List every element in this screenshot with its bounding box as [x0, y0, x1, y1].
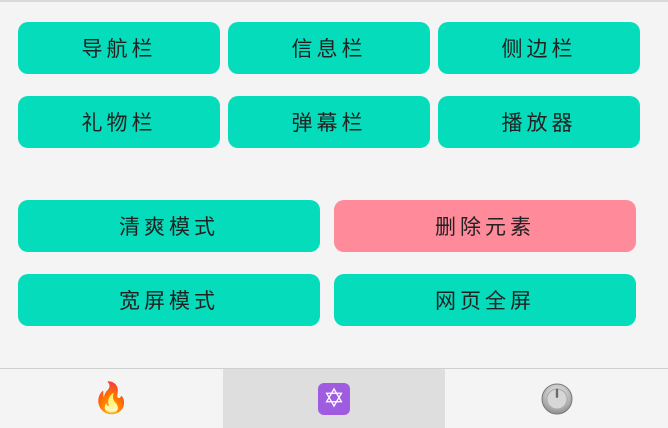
info-bar-toggle-button[interactable]: 信息栏 [228, 22, 430, 74]
widescreen-mode-button[interactable]: 宽屏模式 [18, 274, 320, 326]
tab-fire[interactable]: 🔥 [0, 369, 223, 428]
delete-element-button[interactable]: 删除元素 [334, 200, 636, 252]
web-fullscreen-button[interactable]: 网页全屏 [334, 274, 636, 326]
top-divider [0, 0, 668, 2]
nav-bar-toggle-button[interactable]: 导航栏 [18, 22, 220, 74]
tab-power[interactable] [445, 369, 668, 428]
sidebar-toggle-button[interactable]: 侧边栏 [438, 22, 640, 74]
gift-bar-toggle-button[interactable]: 礼物栏 [18, 96, 220, 148]
power-knob-icon [540, 382, 574, 416]
star-of-david-icon: ✡ [318, 382, 350, 415]
danmaku-bar-toggle-button[interactable]: 弹幕栏 [228, 96, 430, 148]
clean-mode-button[interactable]: 清爽模式 [18, 200, 320, 252]
bottom-tab-bar: 🔥 ✡ [0, 368, 668, 428]
player-toggle-button[interactable]: 播放器 [438, 96, 640, 148]
tab-star[interactable]: ✡ [222, 369, 446, 428]
fire-icon: 🔥 [92, 380, 131, 416]
